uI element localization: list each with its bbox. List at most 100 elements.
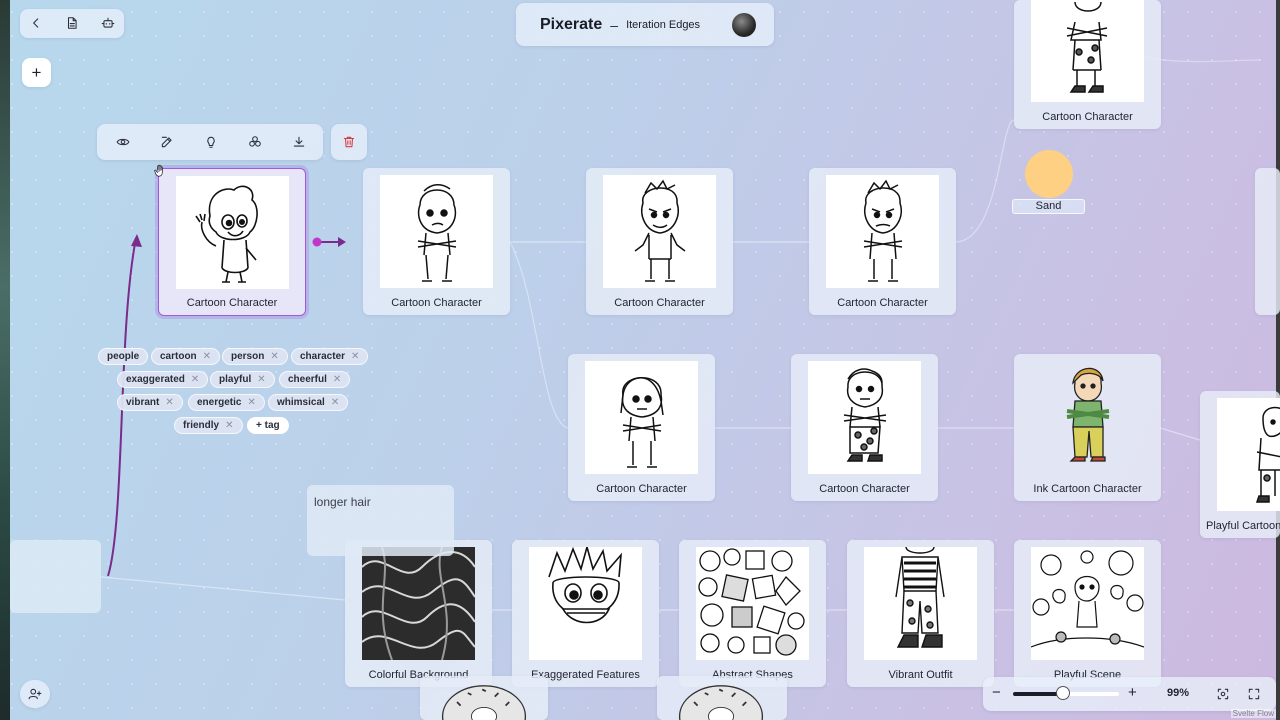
remove-tag-icon[interactable]: ✕ <box>191 374 199 385</box>
node-label: Ink Cartoon Character <box>1033 483 1142 495</box>
tag-label: cheerful <box>288 374 327 385</box>
fullscreen-icon <box>1248 688 1260 700</box>
tag-energetic[interactable]: energetic ✕ <box>188 394 265 411</box>
file-icon <box>67 17 77 29</box>
node-image <box>808 361 921 474</box>
zoom-slider[interactable] <box>1013 686 1119 700</box>
donut-image <box>441 685 527 720</box>
remove-tag-icon[interactable]: ✕ <box>333 374 341 385</box>
image-node-partial[interactable] <box>1255 168 1280 315</box>
tag-label: playful <box>219 374 252 385</box>
fit-view-button[interactable] <box>1209 680 1237 708</box>
bot-button[interactable] <box>94 9 122 37</box>
image-node[interactable]: Cartoon Character <box>791 354 938 501</box>
tag-friendly[interactable]: friendly ✕ <box>174 417 243 434</box>
remove-tag-icon[interactable]: ✕ <box>225 420 233 431</box>
prompt-node[interactable]: longer hair <box>307 485 454 556</box>
remove-tag-icon[interactable]: ✕ <box>270 351 278 362</box>
node-label: Cartoon Character <box>391 297 482 309</box>
svelte-flow-attribution[interactable]: Svelte Flow <box>1230 709 1276 718</box>
combine-button[interactable] <box>241 128 269 156</box>
playful-cartoon-image <box>1255 406 1280 503</box>
bulb-icon <box>207 136 215 148</box>
file-button[interactable] <box>58 9 86 37</box>
tag-person[interactable]: person ✕ <box>222 348 288 365</box>
tag-label: friendly <box>183 420 220 431</box>
zoom-in-button[interactable]: + <box>1128 684 1137 701</box>
trash-icon <box>343 136 355 148</box>
image-node[interactable]: Playful Scene <box>1014 540 1161 687</box>
edit-button[interactable] <box>153 128 181 156</box>
node-label: Cartoon Character <box>614 297 705 309</box>
tag-exaggerated[interactable]: exaggerated ✕ <box>117 371 209 388</box>
invite-user-button[interactable] <box>20 680 50 708</box>
node-image <box>362 547 475 660</box>
tag-cartoon[interactable]: cartoon ✕ <box>151 348 221 365</box>
cartoon-character-waving-image <box>195 185 258 283</box>
image-node[interactable]: Playful Cartoon <box>1200 391 1280 538</box>
node-image <box>1031 0 1144 102</box>
chevron-left-icon <box>33 18 39 28</box>
title-separator: – <box>610 16 619 33</box>
node-label: Cartoon Character <box>186 297 278 309</box>
remove-tag-icon[interactable]: ✕ <box>351 351 359 362</box>
playful-scene-image <box>1031 550 1144 648</box>
image-node[interactable]: Cartoon Character <box>1014 0 1161 129</box>
fullscreen-button[interactable] <box>1240 680 1268 708</box>
image-node[interactable]: Cartoon Character <box>568 354 715 501</box>
tag-label: vibrant <box>126 397 160 408</box>
node-image <box>826 175 939 288</box>
tag-people[interactable]: people <box>98 348 149 365</box>
add-node-button[interactable]: + <box>22 58 51 87</box>
image-node[interactable]: Abstract Shapes <box>679 540 826 687</box>
zoom-out-button[interactable]: − <box>992 684 1001 701</box>
color-node-label[interactable]: Sand <box>1012 199 1085 214</box>
zoom-slider-handle[interactable] <box>1055 686 1070 700</box>
tag-cheerful[interactable]: cheerful ✕ <box>279 371 351 388</box>
back-button[interactable] <box>22 9 50 37</box>
donut-image <box>678 685 764 720</box>
remove-tag-icon[interactable]: ✕ <box>165 397 173 408</box>
node-label: Playful Cartoon <box>1206 520 1280 532</box>
add-tag-button[interactable]: + tag <box>247 417 289 434</box>
ink-cartoon-character-image <box>1066 367 1110 462</box>
node-image <box>176 176 289 289</box>
tag-playful[interactable]: playful ✕ <box>210 371 275 388</box>
delete-button[interactable] <box>335 128 363 156</box>
robot-icon <box>101 17 115 28</box>
zoom-controls: − + 99% <box>983 677 1276 711</box>
tag-whimsical[interactable]: whimsical ✕ <box>268 394 349 411</box>
focus-icon <box>1217 688 1229 700</box>
color-swatch-node[interactable] <box>1025 150 1073 198</box>
selected-image-node[interactable]: Cartoon Character <box>158 168 306 316</box>
tag-character[interactable]: character ✕ <box>291 348 369 365</box>
add-tag-label: + tag <box>256 420 280 431</box>
ideas-button[interactable] <box>197 128 225 156</box>
image-node[interactable]: Colorful Background <box>345 540 492 687</box>
tag-vibrant[interactable]: vibrant ✕ <box>117 394 183 411</box>
prompt-text: longer hair <box>314 495 371 509</box>
image-node[interactable]: Cartoon Character <box>809 168 956 315</box>
tag-label: exaggerated <box>126 374 185 385</box>
image-node[interactable]: Cartoon Character <box>363 168 510 315</box>
document-title[interactable]: Iteration Edges <box>626 19 700 31</box>
image-node-partial[interactable] <box>657 676 787 720</box>
tag-label: person <box>231 351 265 362</box>
tag-label: cartoon <box>160 351 197 362</box>
download-button[interactable] <box>285 128 313 156</box>
image-node-partial[interactable] <box>420 676 548 720</box>
preview-button[interactable] <box>109 128 137 156</box>
abstract-shapes-image <box>698 548 805 656</box>
empty-node[interactable] <box>10 540 101 613</box>
remove-tag-icon[interactable]: ✕ <box>203 351 211 362</box>
remove-tag-icon[interactable]: ✕ <box>247 397 255 408</box>
node-image <box>380 175 493 288</box>
image-node[interactable]: Ink Cartoon Character <box>1014 354 1161 501</box>
cartoon-character-image <box>634 179 686 282</box>
image-node[interactable]: Vibrant Outfit <box>847 540 994 687</box>
avatar[interactable] <box>732 13 756 37</box>
remove-tag-icon[interactable]: ✕ <box>331 397 339 408</box>
image-node[interactable]: Exaggerated Features <box>512 540 659 687</box>
remove-tag-icon[interactable]: ✕ <box>257 374 265 385</box>
image-node[interactable]: Cartoon Character <box>586 168 733 315</box>
